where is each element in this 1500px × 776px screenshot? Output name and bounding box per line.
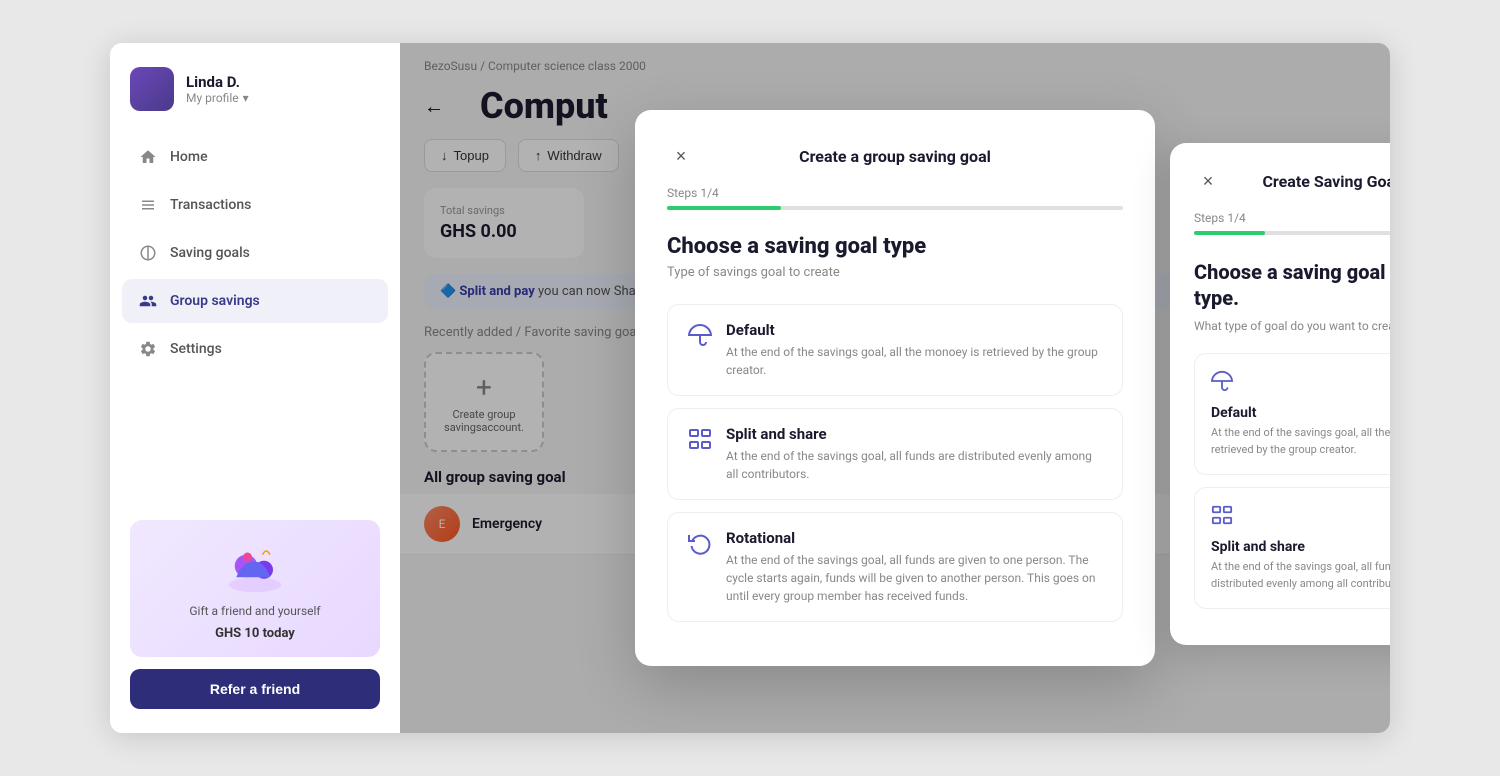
panel-option-desc: At the end of the savings goal, all the … — [1211, 425, 1390, 458]
sidebar-item-settings[interactable]: Settings — [122, 327, 388, 371]
panel-header: × Create Saving Goals — [1194, 167, 1390, 195]
profile-link[interactable]: My profile ▾ — [186, 91, 249, 105]
panel-heading: Choose a saving goal account type. — [1194, 259, 1390, 311]
panel-split-icon — [1211, 504, 1390, 531]
group-icon — [138, 291, 158, 311]
modal-subheading: Type of savings goal to create — [667, 265, 1123, 280]
split-icon — [688, 427, 712, 457]
sidebar-item-transactions[interactable]: Transactions — [122, 183, 388, 227]
sidebar-item-label: Settings — [170, 341, 222, 357]
sidebar-item-home[interactable]: Home — [122, 135, 388, 179]
umbrella-icon — [688, 323, 712, 353]
sidebar: Linda D. My profile ▾ Home Transactions — [110, 43, 400, 733]
nav-items: Home Transactions Saving goals Group sav… — [110, 135, 400, 371]
modal-overlay: × Create a group saving goal Steps 1/4 C… — [400, 43, 1390, 733]
sidebar-bottom: Gift a friend and yourself GHS 10 today … — [110, 520, 400, 709]
saving-icon — [138, 243, 158, 263]
sidebar-item-group-savings[interactable]: Group savings — [122, 279, 388, 323]
transactions-icon — [138, 195, 158, 215]
panel-option-desc: At the end of the savings goal, all fund… — [1211, 559, 1390, 592]
home-icon — [138, 147, 158, 167]
progress-bar-track — [667, 206, 1123, 210]
sidebar-item-saving-goals[interactable]: Saving goals — [122, 231, 388, 275]
steps-label: Steps 1/4 — [667, 186, 1123, 200]
option-name: Rotational — [726, 529, 1102, 547]
gift-amount: GHS 10 today — [146, 626, 364, 641]
panel-progress-track — [1194, 231, 1390, 235]
panel-option-name: Default — [1211, 405, 1390, 421]
option-rotational[interactable]: Rotational At the end of the savings goa… — [667, 512, 1123, 622]
panel-umbrella-icon — [1211, 370, 1390, 397]
gift-text: Gift a friend and yourself — [146, 604, 364, 618]
modal-title: Create a group saving goal — [799, 147, 991, 166]
option-desc: At the end of the savings goal, all the … — [726, 343, 1102, 379]
avatar — [130, 67, 174, 111]
option-default[interactable]: Default At the end of the savings goal, … — [667, 304, 1123, 396]
panel-close-button[interactable]: × — [1194, 167, 1222, 195]
create-goal-modal: × Create a group saving goal Steps 1/4 C… — [635, 110, 1155, 666]
modal-close-button[interactable]: × — [667, 142, 695, 170]
gift-illustration: Gift a friend and yourself GHS 10 today — [130, 520, 380, 657]
second-panel: × Create Saving Goals Steps 1/4 Choose a… — [1170, 143, 1390, 645]
panel-option-name: Split and share — [1211, 539, 1390, 555]
panel-option-default[interactable]: Default At the end of the savings goal, … — [1194, 353, 1390, 475]
main-content: BezoSusu / Computer science class 2000 ←… — [400, 43, 1390, 733]
user-info: Linda D. My profile ▾ — [186, 73, 249, 105]
sidebar-item-label: Transactions — [170, 197, 251, 213]
option-name: Split and share — [726, 425, 1102, 443]
option-desc: At the end of the savings goal, all fund… — [726, 551, 1102, 605]
modal-header: × Create a group saving goal — [667, 142, 1123, 170]
option-desc: At the end of the savings goal, all fund… — [726, 447, 1102, 483]
settings-icon — [138, 339, 158, 359]
panel-option-split[interactable]: Split and share At the end of the saving… — [1194, 487, 1390, 609]
sidebar-item-label: Home — [170, 149, 208, 165]
chevron-down-icon: ▾ — [243, 91, 249, 105]
sidebar-item-label: Saving goals — [170, 245, 250, 261]
progress-bar-fill — [667, 206, 781, 210]
user-profile: Linda D. My profile ▾ — [110, 67, 400, 135]
option-name: Default — [726, 321, 1102, 339]
refer-friend-button[interactable]: Refer a friend — [130, 669, 380, 709]
panel-subheading: What type of goal do you want to create? — [1194, 319, 1390, 333]
option-split-share[interactable]: Split and share At the end of the saving… — [667, 408, 1123, 500]
modal-heading: Choose a saving goal type — [667, 234, 1123, 259]
panel-title: Create Saving Goals — [1262, 172, 1390, 191]
panel-progress-fill — [1194, 231, 1265, 235]
user-name: Linda D. — [186, 73, 249, 91]
sidebar-item-label: Group savings — [170, 293, 260, 309]
panel-steps-label: Steps 1/4 — [1194, 211, 1390, 225]
rotate-icon — [688, 531, 712, 561]
